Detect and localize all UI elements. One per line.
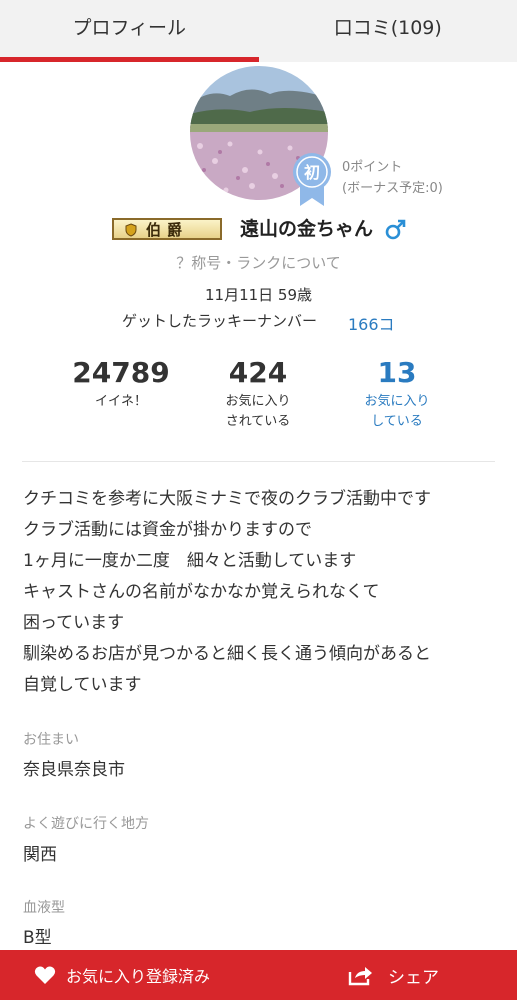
stat-label: お気に入り されている: [225, 394, 291, 429]
tab-profile[interactable]: プロフィール: [0, 0, 259, 62]
heart-icon: [34, 966, 56, 984]
stat-value: 24789: [72, 356, 170, 389]
rank-info-link[interactable]: ？称号・ランクについて: [0, 252, 517, 273]
share-button[interactable]: シェア: [348, 950, 439, 1000]
residence-value: 奈良県奈良市: [23, 760, 125, 780]
rank-plate: 伯爵: [112, 218, 222, 240]
favorite-button[interactable]: お気に入り登録済み: [34, 950, 210, 1000]
rank-title: 伯爵: [145, 220, 188, 239]
bio-line: 困っています: [23, 613, 125, 633]
bio-line: 自覚しています: [23, 675, 142, 695]
divider: [22, 461, 495, 462]
bio-line: 馴染めるお店が見つかると細く長く通う傾向があると: [23, 644, 431, 664]
bio-line: クチコミを参考に大阪ミナミで夜のクラブ活動中です: [23, 489, 431, 509]
action-bar: お気に入り登録済み シェア: [0, 950, 517, 1000]
lucky-number-label: ゲットしたラッキーナンバー: [122, 312, 318, 330]
favorite-button-label: お気に入り登録済み: [66, 967, 211, 986]
bio-text: クチコミを参考に大阪ミナミで夜のクラブ活動中です クラブ活動には資金が掛かります…: [23, 484, 503, 701]
points-info: 0ポイント (ボーナス予定:0): [342, 157, 443, 199]
area-value: 関西: [23, 845, 57, 865]
blood-type-label: 血液型: [23, 900, 65, 916]
beginner-badge: 初: [292, 152, 332, 206]
tab-bar: プロフィール 口コミ(109): [0, 0, 517, 62]
stat-favorited-by: 424 お気に入り されている: [183, 356, 333, 432]
share-icon: [348, 967, 372, 986]
lucky-number-count[interactable]: 166コ: [348, 311, 395, 335]
bio-line: キャストさんの名前がなかなか覚えられなくて: [23, 582, 380, 602]
points-value: 0ポイント: [342, 160, 403, 175]
birthday-age: 11月11日 59歳: [204, 286, 313, 304]
shield-icon: [125, 223, 137, 237]
stat-value: 424: [228, 356, 288, 389]
username: 遠山の金ちゃん: [240, 218, 374, 240]
bonus-points: (ボーナス予定:0): [342, 181, 443, 196]
tab-reviews[interactable]: 口コミ(109): [259, 0, 517, 62]
male-icon: [385, 219, 406, 240]
stat-label[interactable]: お気に入り している: [322, 392, 472, 432]
bio-line: 1ヶ月に一度か二度 細々と活動しています: [23, 551, 357, 571]
share-button-label: シェア: [388, 967, 439, 988]
stat-value[interactable]: 13: [322, 356, 472, 390]
bio-line: クラブ活動には資金が掛かりますので: [23, 520, 312, 540]
stat-favoriting[interactable]: 13 お気に入り している: [322, 356, 472, 432]
blood-type-value: B型: [23, 928, 52, 948]
residence-label: お住まい: [23, 732, 79, 748]
badge-label: 初: [304, 163, 320, 182]
area-label: よく遊びに行く地方: [23, 816, 149, 832]
stat-likes: 24789 イイネ！: [46, 356, 196, 412]
stat-label: イイネ！: [94, 394, 147, 409]
